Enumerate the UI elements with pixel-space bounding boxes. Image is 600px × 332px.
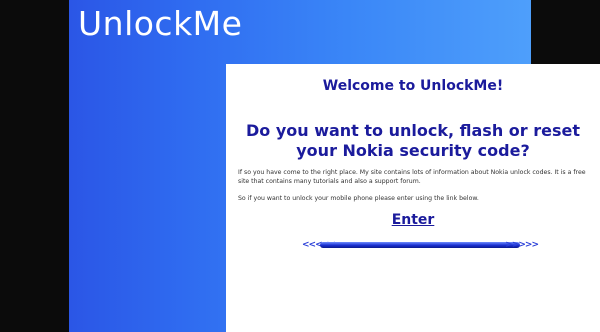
- content-panel: Welcome to UnlockMe! Do you want to unlo…: [226, 64, 600, 332]
- screen-frame: UnlockMe Welcome to UnlockMe! Do you wan…: [0, 0, 600, 332]
- welcome-heading: Welcome to UnlockMe!: [322, 78, 504, 94]
- divider-line: [320, 242, 520, 248]
- right-arrows-icon: >>>>>: [505, 240, 539, 250]
- site-background: UnlockMe Welcome to UnlockMe! Do you wan…: [69, 0, 600, 332]
- enter-link[interactable]: Enter: [226, 212, 600, 228]
- arrow-divider: <<<<< >>>>>: [302, 239, 539, 251]
- site-title: UnlockMe: [78, 4, 243, 43]
- question-heading: Do you want to unlock, flash or reset yo…: [245, 121, 580, 160]
- instruction-paragraph: So if you want to unlock your mobile pho…: [238, 195, 479, 202]
- intro-paragraph: If so you have come to the right place. …: [238, 169, 586, 185]
